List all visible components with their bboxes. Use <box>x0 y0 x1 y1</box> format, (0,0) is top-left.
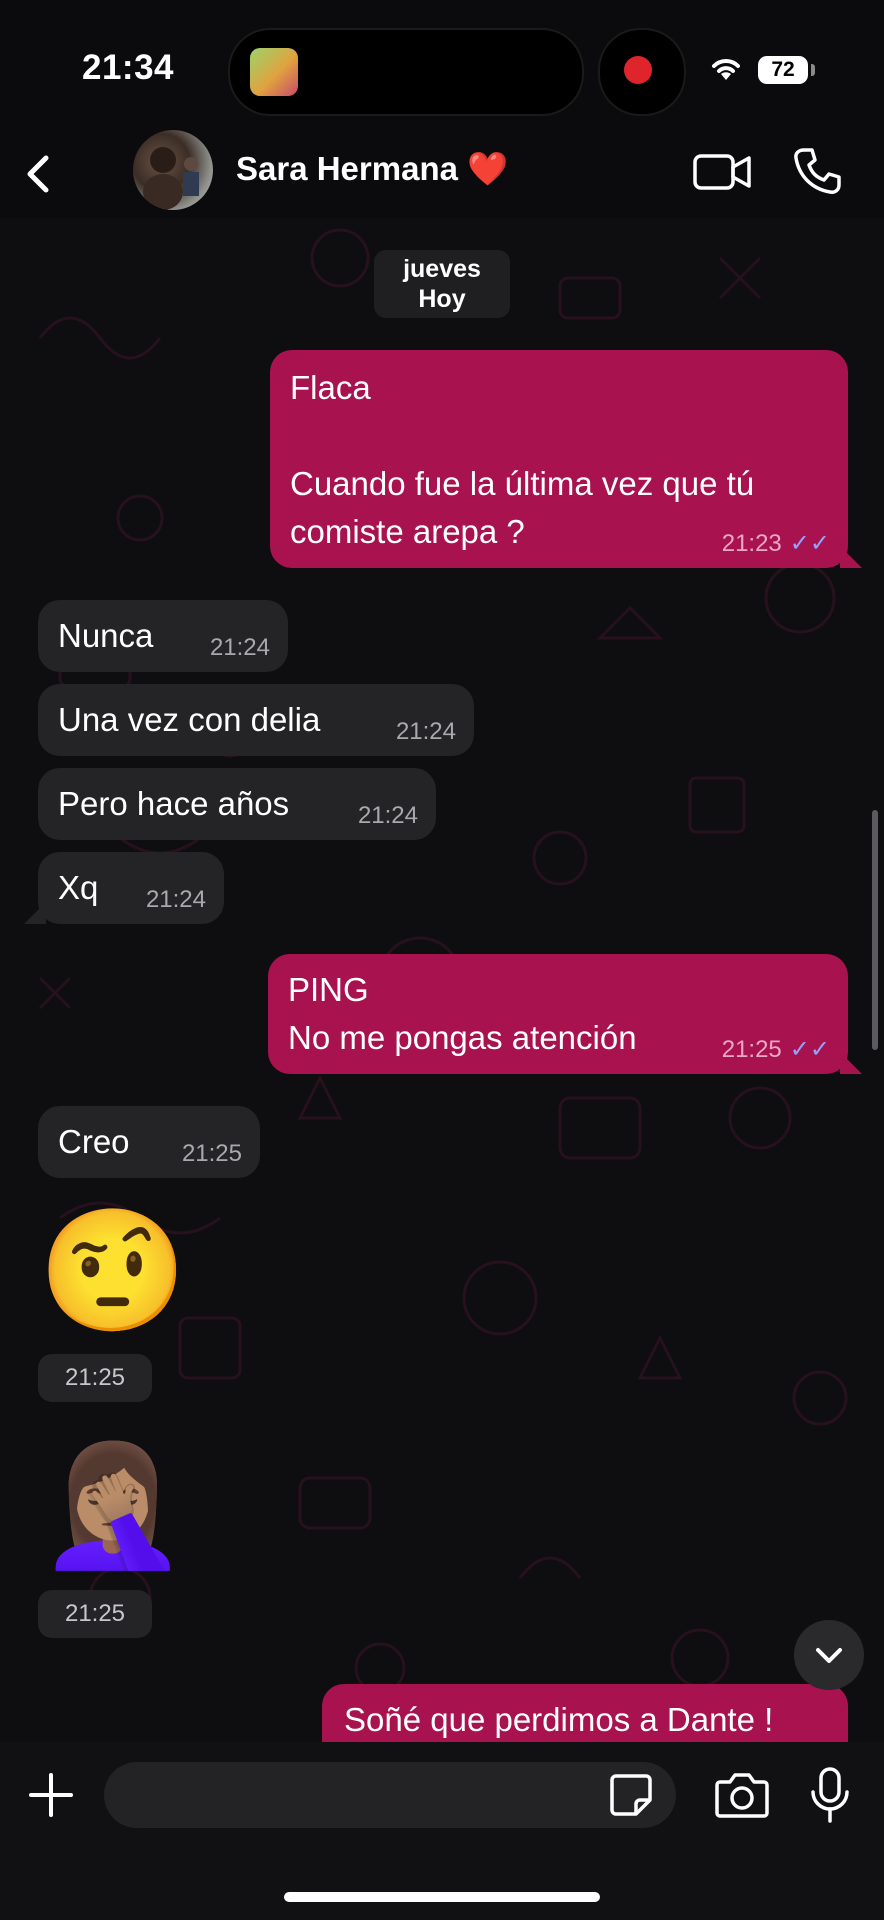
emoji-facepalm[interactable]: 🤦🏽‍♀️ <box>38 1440 187 1570</box>
phone-call-icon[interactable] <box>792 146 842 196</box>
message-text: Soñé que perdimos a Dante ! <box>344 1701 774 1738</box>
battery-tip <box>811 64 815 76</box>
message-meta: 21:25 ✓✓ <box>722 1036 830 1064</box>
message-input[interactable] <box>104 1762 676 1828</box>
date-separator: jueves Hoy <box>374 250 510 318</box>
microphone-icon[interactable] <box>808 1766 852 1824</box>
message-bubble-incoming[interactable]: Xq 21:24 <box>24 852 224 924</box>
read-ticks-icon: ✓✓ <box>789 1036 830 1063</box>
message-bubble-incoming[interactable]: Creo 21:25 <box>38 1106 260 1178</box>
chevron-down-icon <box>816 1648 842 1663</box>
chat-header: Sara Hermana ❤️ <box>0 130 884 218</box>
status-bar: 21:34 72 <box>0 0 884 130</box>
message-time: 21:25 <box>38 1354 152 1402</box>
scroll-to-bottom-button[interactable] <box>794 1620 864 1690</box>
message-bubble-incoming[interactable]: Una vez con delia 21:24 <box>38 684 474 756</box>
plus-icon[interactable] <box>26 1770 76 1820</box>
video-call-icon[interactable] <box>692 148 752 196</box>
message-time: 21:25 <box>181 1140 242 1167</box>
home-indicator[interactable] <box>284 1892 600 1902</box>
message-bubble-incoming[interactable]: Nunca 21:24 <box>38 600 288 672</box>
wifi-icon <box>712 59 740 80</box>
record-dot-icon <box>624 56 652 84</box>
message-text: Flaca Cuando fue la última vez que tú co… <box>290 369 755 550</box>
app-thumbnail-icon[interactable] <box>250 48 298 96</box>
date-separator-today: Hoy <box>418 285 466 313</box>
message-time: 21:25 <box>38 1590 152 1638</box>
battery-indicator: 72 <box>758 56 808 84</box>
clock: 21:34 <box>82 48 175 87</box>
message-time: 21:24 <box>395 718 456 745</box>
contact-name[interactable]: Sara Hermana ❤️ <box>236 150 508 189</box>
date-separator-day: jueves <box>403 255 481 283</box>
scrollbar[interactable] <box>872 810 878 1050</box>
message-text: Una vez con delia <box>58 701 321 738</box>
message-time: 21:24 <box>209 634 270 661</box>
message-time: 21:25 <box>721 1036 782 1063</box>
camera-icon[interactable] <box>714 1770 770 1820</box>
composer-bar <box>0 1742 884 1920</box>
bubble-tail <box>840 1052 862 1074</box>
sticker-icon[interactable] <box>608 1772 654 1818</box>
message-meta: 21:23 ✓✓ <box>722 530 830 558</box>
message-time: 21:24 <box>145 886 206 913</box>
message-bubble-outgoing[interactable]: PING No me pongas atención 21:25 ✓✓ <box>268 954 862 1074</box>
bubble-tail <box>840 546 862 568</box>
message-bubble-outgoing[interactable]: Flaca Cuando fue la última vez que tú co… <box>270 350 862 568</box>
message-time: 21:24 <box>357 802 418 829</box>
contact-avatar[interactable] <box>133 130 213 210</box>
back-chevron-icon[interactable] <box>14 148 66 200</box>
bubble-tail <box>24 902 46 924</box>
emoji-raised-eyebrow[interactable]: 🤨 <box>38 1206 187 1336</box>
read-ticks-icon: ✓✓ <box>789 530 830 557</box>
message-time: 21:23 <box>721 530 782 557</box>
message-bubble-incoming[interactable]: Pero hace años 21:24 <box>38 768 436 840</box>
